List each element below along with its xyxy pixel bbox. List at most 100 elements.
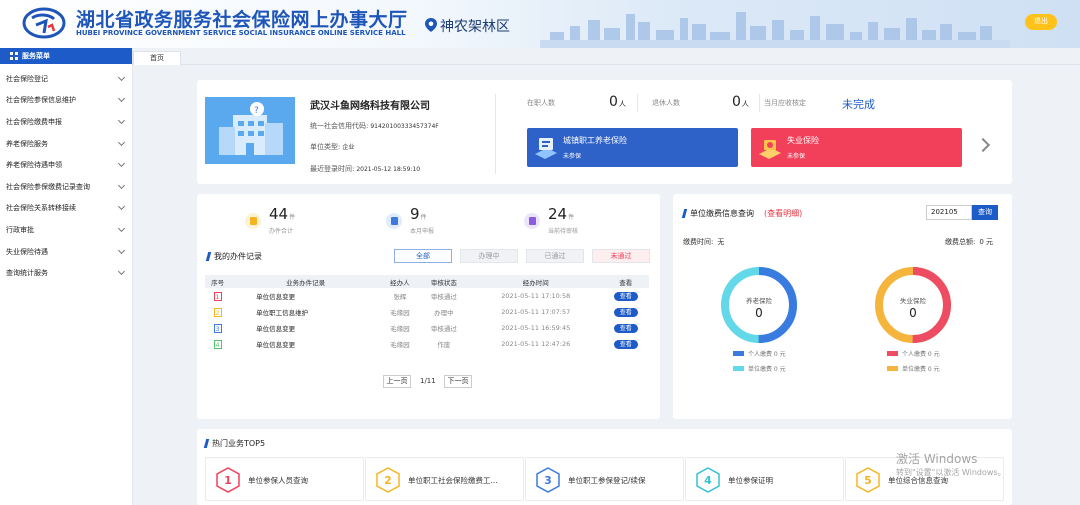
last-login-row: 最近登录时间: 2021-05-12 18:59:10: [310, 164, 420, 174]
donut-label: 失业保险: [900, 297, 926, 305]
sidebar-item[interactable]: 养老保险待遇申领: [0, 154, 132, 176]
column-header: 经办时间: [468, 275, 603, 288]
insurance-status: 未参保: [787, 153, 806, 160]
sidebar-item[interactable]: 社会保险关系转移接续: [0, 198, 132, 220]
payment-time-row: 缴费时间: 无: [683, 238, 725, 246]
query-button[interactable]: 查询: [972, 205, 998, 220]
view-button[interactable]: 查看: [613, 323, 638, 333]
legend-unit: 单位缴费 0 元: [887, 364, 940, 373]
payment-total-row: 缴费总额: 0 元: [945, 238, 994, 246]
row-index: 4: [205, 336, 230, 352]
column-header: 序号: [205, 275, 231, 288]
sidebar-item-label: 养老保险服务: [6, 139, 48, 148]
row-task-name: 单位职工信息维护: [256, 309, 309, 317]
site-title-en: HUBEI PROVINCE GOVERNMENT SERVICE SOCIAL…: [76, 29, 406, 37]
chevron-down-icon: [117, 203, 126, 211]
next-page-button[interactable]: 下一页: [444, 375, 472, 388]
filter-all[interactable]: 全部: [394, 249, 452, 263]
unemployment-icon: [759, 140, 781, 159]
divider: [495, 94, 496, 174]
sidebar-item[interactable]: 行政审批: [0, 219, 132, 241]
table-row: 1 单位信息变更 张辉 审核通过 2021-05-11 17:10:58 查看: [205, 288, 649, 304]
sidebar-title: 服务菜单: [22, 52, 50, 60]
row-index: 1: [205, 288, 230, 304]
insurance-card-pension[interactable]: 城镇职工养老保险 未参保: [527, 128, 738, 167]
row-action: 查看: [603, 288, 649, 304]
filter-approved[interactable]: 已通过: [526, 249, 584, 263]
row-handler: 毛缘园: [390, 309, 410, 317]
pension-donut-chart: [721, 267, 797, 343]
row-time: 2021-05-11 12:47:26: [501, 340, 571, 348]
chevron-down-icon: [117, 246, 126, 254]
sidebar-item[interactable]: 社会保险缴费申报: [0, 111, 132, 133]
sidebar-item-label: 社会保险参保缴费记录查询: [6, 182, 90, 191]
sidebar-item[interactable]: 社会保险参保缴费记录查询: [0, 176, 132, 198]
hot-services-card: 热门业务TOP5 1 单位参保人员查询 2 单位职工社会保险缴费工... 3 单位职工参保…: [197, 429, 1012, 505]
sidebar-item-label: 社会保险缴费申报: [6, 117, 62, 126]
row-time: 2021-05-11 17:10:58: [501, 292, 571, 300]
year-month-input[interactable]: 202105: [926, 205, 972, 220]
region-selector[interactable]: 神农架林区: [440, 16, 510, 36]
hot-service-item[interactable]: 1 单位参保人员查询: [205, 457, 364, 501]
document-icon: [245, 212, 261, 229]
hot-service-item[interactable]: 2 单位职工社会保险缴费工...: [365, 457, 524, 501]
last-login-label: 最近登录时间:: [310, 165, 355, 173]
insurance-name: 失业保险: [787, 136, 819, 145]
sidebar-item[interactable]: 社会保险参保信息维护: [0, 90, 132, 112]
row-handler: 张辉: [393, 293, 407, 301]
view-button[interactable]: 查看: [613, 307, 638, 317]
credit-code-row: 统一社会信用代码: 91420100333457374F: [310, 121, 439, 131]
chevron-down-icon: [117, 95, 126, 103]
sidebar-item[interactable]: 养老保险服务: [0, 133, 132, 155]
svg-text:?: ?: [254, 106, 259, 116]
prev-page-button[interactable]: 上一页: [383, 375, 411, 388]
sidebar-item-label: 查询统计服务: [6, 269, 48, 278]
table-row: 4 单位信息变更 毛缘园 作废 2021-05-11 12:47:26 查看: [205, 336, 649, 352]
insurance-status: 未参保: [563, 153, 582, 160]
chevron-down-icon: [117, 116, 126, 125]
sidebar: 服务菜单 社会保险登记社会保险参保信息维护 社会保险缴费申报 养老保险服务养老保险待…: [0, 48, 133, 505]
chevron-right-icon[interactable]: [975, 137, 991, 153]
chevron-down-icon: [117, 181, 126, 189]
hot-service-item[interactable]: 4 单位参保证明: [685, 457, 844, 501]
row-time: 2021-05-11 17:07:57: [501, 308, 571, 316]
sidebar-item[interactable]: 失业保险待遇: [0, 241, 132, 263]
chevron-down-icon: [117, 224, 126, 232]
chevron-down-icon: [117, 160, 126, 168]
row-task-name: 单位信息变更: [256, 341, 296, 349]
view-button[interactable]: 查看: [613, 339, 638, 349]
document-icon: [386, 212, 402, 229]
sidebar-item-label: 社会保险参保信息维护: [6, 96, 76, 105]
monthly-verify-status[interactable]: 未完成: [842, 96, 875, 112]
hexagon-icon: 1: [216, 467, 240, 493]
tasks-card: 44件 办件合计 9件 本月申报 24件 当前待审核 我的办件记录 全部 办理中 已通…: [197, 194, 660, 419]
tab-home[interactable]: 首页: [133, 51, 181, 65]
site-title: 湖北省政务服务社会保险网上办事大厅: [76, 9, 408, 31]
sidebar-item[interactable]: 查询统计服务: [0, 262, 132, 284]
sidebar-item-label: 失业保险待遇: [6, 247, 48, 256]
hot-service-item[interactable]: 3 单位职工参保登记/续保: [525, 457, 684, 501]
windows-watermark: 激活 Windows: [896, 452, 978, 466]
view-detail-link[interactable]: (查看明细): [764, 208, 802, 219]
sidebar-item[interactable]: 社会保险登记: [0, 68, 132, 90]
filter-rejected[interactable]: 未通过: [592, 249, 650, 263]
insurance-name: 城镇职工养老保险: [563, 136, 627, 145]
building-illustration: ?: [205, 97, 295, 164]
hot-service-label: 单位职工参保登记/续保: [568, 476, 646, 485]
row-status: 作废: [437, 341, 451, 349]
active-staff-label: 在职人数: [527, 99, 555, 107]
hexagon-icon: 4: [696, 467, 720, 493]
row-handler: 毛缘园: [390, 325, 410, 333]
location-pin-icon: [425, 18, 437, 32]
hot-service-label: 单位参保证明: [728, 476, 773, 485]
hot-services-heading: 热门业务TOP5: [203, 438, 265, 449]
si-logo: [22, 7, 66, 39]
logout-button[interactable]: 退出: [1025, 14, 1057, 30]
insurance-card-unemployment[interactable]: 失业保险 未参保: [751, 128, 962, 167]
hexagon-icon: 2: [376, 467, 400, 493]
view-button[interactable]: 查看: [613, 291, 638, 301]
filter-processing[interactable]: 办理中: [460, 249, 518, 263]
divider: [637, 94, 638, 112]
column-header: 查看: [602, 275, 649, 288]
section-marker-icon: [203, 439, 210, 448]
